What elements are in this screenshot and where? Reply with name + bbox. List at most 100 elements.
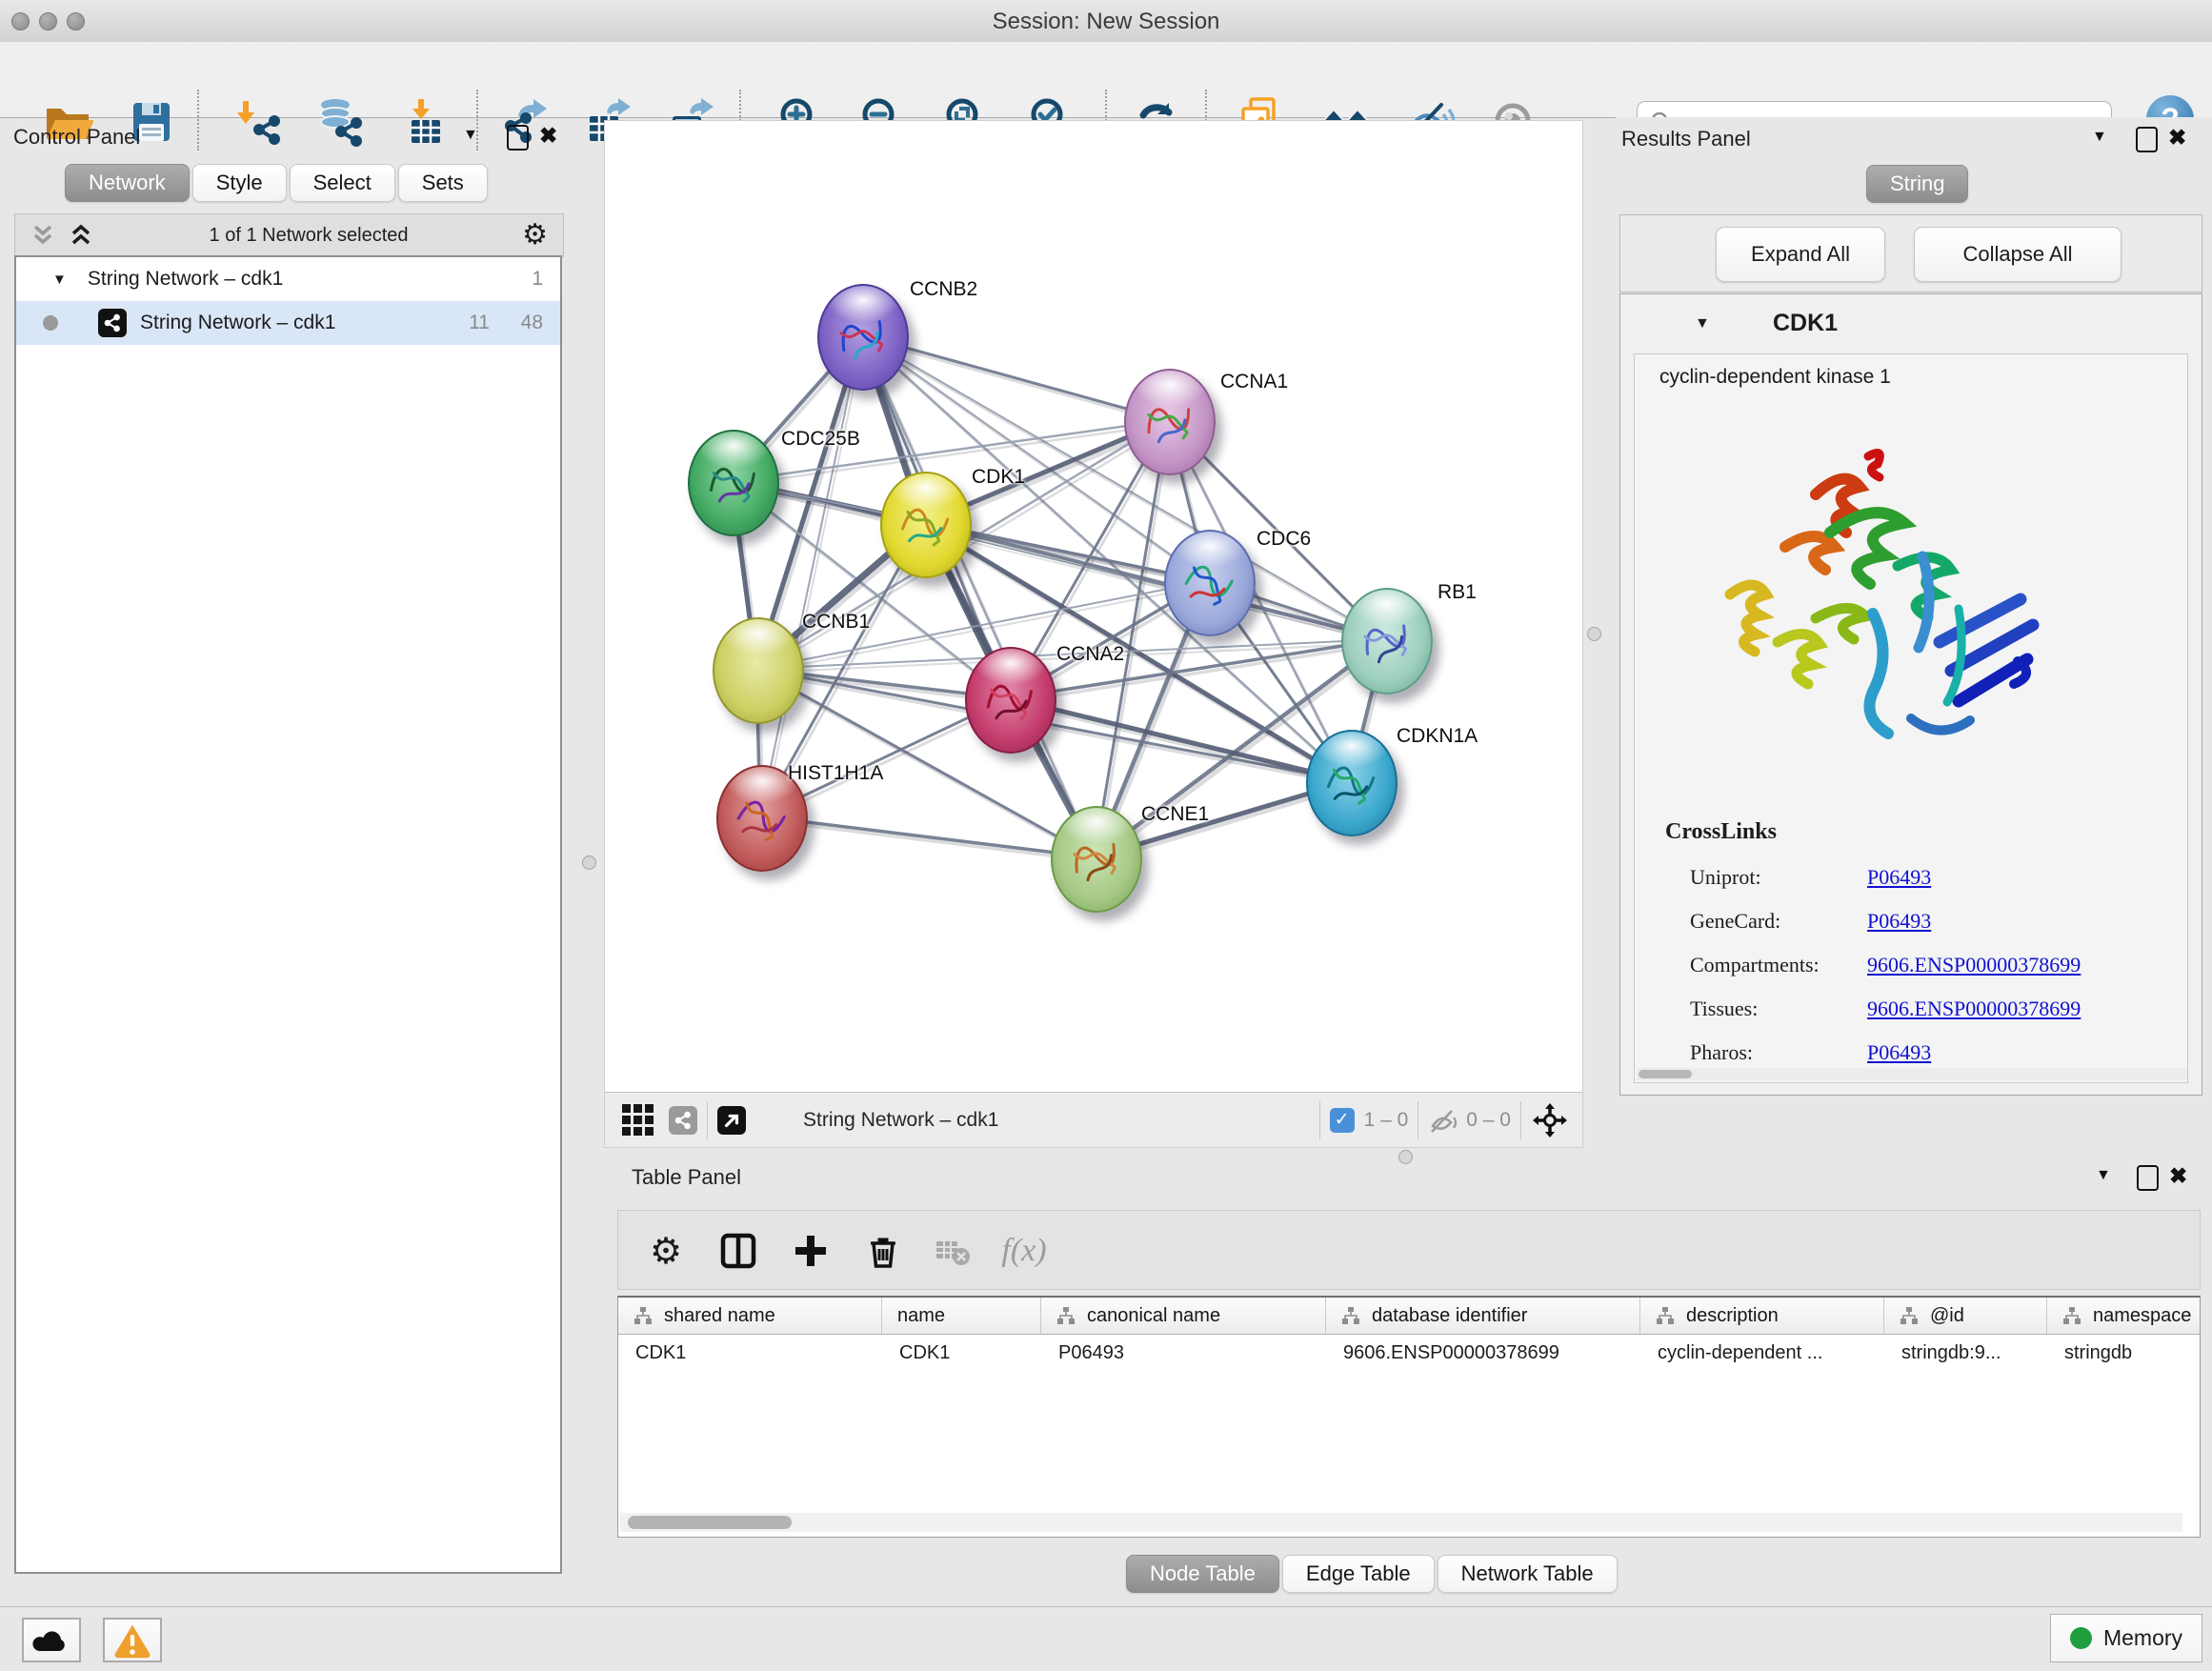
table-panel-undock-icon[interactable] [2137,1165,2159,1191]
table-panel: Table Panel ▼ ✖ ⚙ f(x) shared namenameca… [617,1158,2212,1606]
graph-node-CCNE1[interactable] [1051,806,1142,913]
grid-view-icon[interactable] [622,1104,654,1136]
network-row[interactable]: String Network – cdk1 11 48 [16,301,560,345]
results-panel-undock-icon[interactable] [2136,127,2158,152]
table-cell[interactable]: cyclin-dependent ... [1640,1335,1884,1371]
network-canvas-panel: CCNB2CCNA1CDC25BCDK1CDC6RB1CCNB1CCNA2CDK… [604,120,1583,1148]
node-table-header: shared namenamecanonical namedatabase id… [618,1298,2200,1335]
results-hscrollbar[interactable] [1637,1068,2187,1080]
graph-node-CDC6[interactable] [1164,530,1256,636]
crosslink-link[interactable]: 9606.ENSP00000378699 [1867,953,2081,977]
column-header-canonical-name[interactable]: canonical name [1041,1298,1326,1334]
crosslink-link[interactable]: P06493 [1867,1040,1931,1065]
table-cell[interactable]: CDK1 [618,1335,882,1371]
column-header-database-identifier[interactable]: database identifier [1326,1298,1640,1334]
graph-node-CCNB2[interactable] [817,284,909,391]
graph-node-CCNB1[interactable] [713,617,804,724]
edge-CDK1-RB1 [924,523,1385,639]
graph-node-RB1[interactable] [1341,588,1433,695]
crosslink-link[interactable]: P06493 [1867,865,1931,890]
table-hscrollbar[interactable] [620,1513,2182,1532]
control-panel-float-icon[interactable]: ▼ [463,127,478,144]
results-panel-float-icon[interactable]: ▼ [2092,129,2107,146]
expand-all-button[interactable]: Expand All [1716,227,1885,282]
create-column-icon[interactable] [784,1224,837,1278]
memory-status-dot [2070,1627,2092,1649]
cloud-button[interactable] [22,1618,81,1662]
table-cell[interactable]: stringdb [2047,1335,2201,1371]
import-network-icon[interactable] [231,94,285,148]
node-label-CCNB2: CCNB2 [910,278,977,301]
string-view-icon[interactable] [669,1106,697,1135]
show-columns-icon[interactable] [712,1224,765,1278]
warnings-button[interactable] [103,1618,162,1662]
collapse-gene-icon[interactable]: ▼ [1695,315,1710,332]
function-builder-button[interactable]: f(x) [997,1224,1051,1278]
results-panel-close-icon[interactable]: ✖ [2168,125,2186,151]
tab-sets[interactable]: Sets [398,164,488,202]
crosslink-label: Compartments: [1690,953,1820,977]
protein-thumbnail-CCNA2 [978,664,1039,736]
cytoscape-window: Session: New Session [0,0,2212,1671]
import-table-icon[interactable] [399,94,452,148]
fit-selected-crosshair-icon[interactable] [1531,1101,1569,1139]
selected-checkbox-icon[interactable]: ✓ [1330,1108,1355,1133]
tab-edge-table[interactable]: Edge Table [1282,1555,1435,1593]
graph-node-CDC25B[interactable] [688,430,779,536]
table-cell[interactable]: stringdb:9... [1884,1335,2047,1371]
left-splitter-handle[interactable] [582,856,596,870]
delete-table-icon[interactable] [925,1224,978,1278]
memory-button[interactable]: Memory [2050,1614,2202,1662]
edge-HIST1H1A-CCNE1 [760,816,1095,857]
edge-CCNB2-HIST1H1A [760,335,861,816]
tab-node-table[interactable]: Node Table [1126,1555,1279,1593]
collapse-all-icon[interactable] [29,221,57,250]
results-panel-title: Results Panel [1621,127,1751,151]
table-hscroll-thumb[interactable] [628,1516,792,1529]
column-header-namespace[interactable]: namespace [2047,1298,2201,1334]
column-header-description[interactable]: description [1640,1298,1884,1334]
tab-string[interactable]: String [1866,165,1968,203]
crosslink-link[interactable]: P06493 [1867,909,1931,934]
column-header--id[interactable]: @id [1884,1298,2047,1334]
network-collection-row[interactable]: ▼ String Network – cdk1 1 [16,257,560,301]
collection-count: 1 [532,268,543,291]
graph-node-CCNA2[interactable] [965,647,1056,754]
import-database-icon[interactable] [313,94,367,148]
node-label-CCNB1: CCNB1 [802,611,870,634]
memory-label: Memory [2103,1625,2182,1651]
network-view[interactable]: CCNB2CCNA1CDC25BCDK1CDC6RB1CCNB1CCNA2CDK… [605,121,1582,1093]
expand-all-icon[interactable] [67,221,95,250]
tab-style[interactable]: Style [192,164,287,202]
results-hscroll-thumb[interactable] [1639,1070,1692,1078]
network-options-gear-icon[interactable]: ⚙ [522,221,548,250]
table-cell[interactable]: 9606.ENSP00000378699 [1326,1335,1640,1371]
table-panel-close-icon[interactable]: ✖ [2169,1163,2187,1189]
collapse-all-button[interactable]: Collapse All [1914,227,2122,282]
gene-section-header[interactable]: ▼ CDK1 [1620,294,2202,353]
graph-node-CDK1[interactable] [880,472,972,578]
control-panel-close-icon[interactable]: ✖ [539,123,557,149]
right-splitter-handle[interactable] [1587,627,1601,641]
protein-thumbnail-RB1 [1355,605,1416,677]
tab-network[interactable]: Network [65,164,190,202]
table-row[interactable]: CDK1CDK1P064939606.ENSP00000378699cyclin… [618,1335,2200,1371]
table-panel-float-icon[interactable]: ▼ [2096,1167,2111,1184]
tab-network-table[interactable]: Network Table [1438,1555,1618,1593]
table-cell[interactable]: P06493 [1041,1335,1326,1371]
column-header-shared-name[interactable]: shared name [618,1298,882,1334]
table-options-gear-icon[interactable]: ⚙ [639,1224,693,1278]
tab-select[interactable]: Select [290,164,395,202]
protein-thumbnail-CCNA1 [1137,386,1198,458]
control-panel-undock-icon[interactable] [507,125,529,151]
tree-expander-icon[interactable]: ▼ [52,272,67,288]
graph-node-CCNA1[interactable] [1124,369,1216,475]
delete-column-icon[interactable] [856,1224,910,1278]
node-label-CDK1: CDK1 [972,466,1025,489]
status-footer: Memory [0,1606,2212,1671]
graph-node-CDKN1A[interactable] [1306,730,1398,836]
crosslink-link[interactable]: 9606.ENSP00000378699 [1867,997,2081,1021]
column-header-name[interactable]: name [882,1298,1041,1334]
birdseye-view-icon[interactable] [717,1106,746,1135]
table-cell[interactable]: CDK1 [882,1335,1041,1371]
